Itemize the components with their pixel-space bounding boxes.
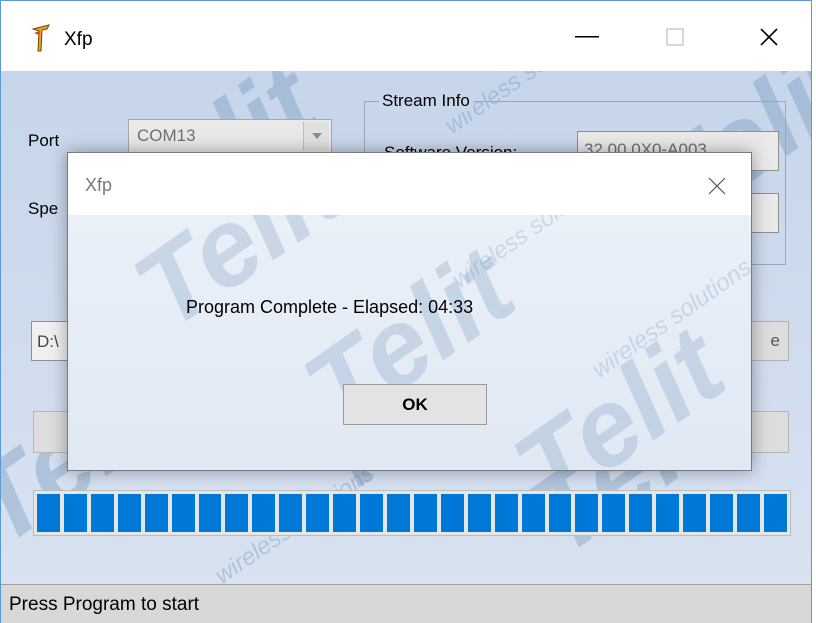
progress-segment — [629, 494, 653, 532]
progress-segment — [494, 494, 518, 532]
progress-segment — [90, 494, 114, 532]
progress-segment — [521, 494, 545, 532]
watermark-tagline: wireless solutions — [446, 215, 617, 294]
browse-button-label: e — [770, 331, 780, 350]
chevron-down-icon[interactable] — [303, 122, 329, 150]
progress-segment — [37, 494, 60, 532]
port-select-value: COM13 — [137, 126, 196, 145]
file-path-value: D:\ — [37, 332, 59, 351]
progress-bar — [33, 490, 791, 536]
stream-info-title: Stream Info — [379, 91, 473, 111]
progress-segment — [710, 494, 733, 532]
progress-segment — [279, 494, 303, 532]
progress-segment — [656, 494, 680, 532]
progress-segment — [602, 494, 626, 532]
progress-segment — [575, 494, 599, 532]
progress-segment — [198, 494, 222, 532]
dialog-close-button[interactable] — [700, 171, 734, 201]
status-text: Press Program to start — [9, 594, 200, 615]
minimize-button[interactable] — [557, 15, 617, 59]
dialog-body: Telit Telit Telit wireless solutions wir… — [68, 215, 751, 471]
progress-segment — [440, 494, 464, 532]
app-icon — [31, 23, 51, 53]
progress-segment — [386, 494, 410, 532]
close-icon — [708, 177, 726, 195]
progress-segment — [360, 494, 383, 532]
progress-segment — [683, 494, 707, 532]
progress-segment — [117, 494, 141, 532]
port-select[interactable]: COM13 — [128, 119, 332, 153]
progress-segment — [225, 494, 249, 532]
ok-button[interactable]: OK — [343, 384, 487, 425]
speed-label: Spe — [28, 199, 59, 218]
maximize-button[interactable] — [645, 15, 705, 59]
progress-segment — [548, 494, 572, 532]
watermark-tagline: wireless solutions — [586, 253, 751, 384]
progress-segment — [171, 494, 195, 532]
progress-segment — [144, 494, 168, 532]
progress-segment — [333, 494, 357, 532]
port-label: Port — [28, 131, 60, 150]
watermark-logo: Telit — [492, 304, 746, 471]
progress-segment — [763, 494, 787, 532]
dialog-message: Program Complete - Elapsed: 04:33 — [186, 297, 474, 317]
dialog-title: Xfp — [85, 175, 113, 195]
progress-segment — [413, 494, 437, 532]
title-bar: Xfp — [1, 1, 811, 71]
progress-segment — [736, 494, 760, 532]
window-title: Xfp — [64, 29, 93, 50]
dialog-title-bar: Xfp — [68, 153, 751, 215]
progress-segment — [306, 494, 330, 532]
progress-segment — [252, 494, 276, 532]
status-bar: Press Program to start — [1, 584, 811, 623]
close-button[interactable] — [739, 15, 799, 59]
watermark-logo: Telit — [112, 215, 366, 353]
completion-dialog: Xfp Telit Telit Telit wireless solutions… — [67, 152, 752, 471]
progress-segment — [63, 494, 87, 532]
progress-segment — [467, 494, 491, 532]
